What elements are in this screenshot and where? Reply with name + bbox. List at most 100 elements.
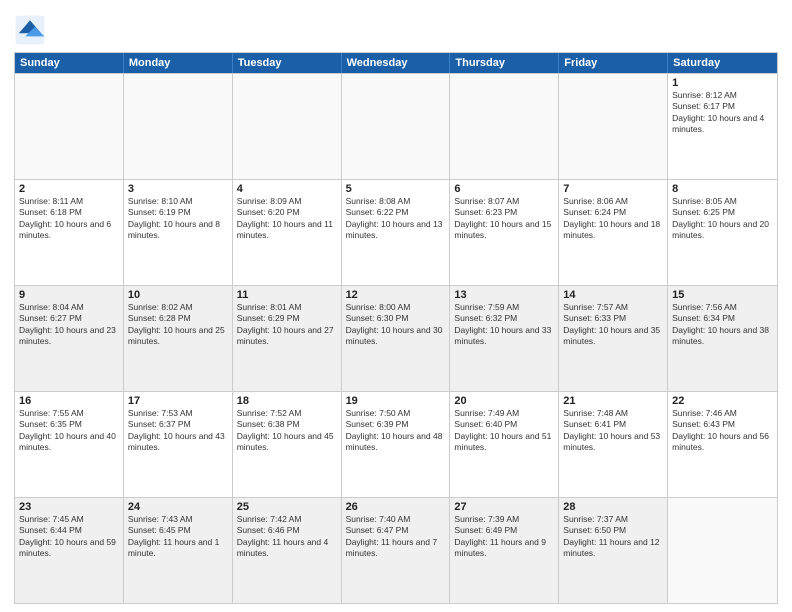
calendar-row: 1Sunrise: 8:12 AM Sunset: 6:17 PM Daylig… [15,73,777,179]
day-number: 3 [128,183,228,195]
cell-content: Sunrise: 7:50 AM Sunset: 6:39 PM Dayligh… [346,408,446,454]
cell-content: Sunrise: 7:37 AM Sunset: 6:50 PM Dayligh… [563,514,663,560]
calendar-cell: 4Sunrise: 8:09 AM Sunset: 6:20 PM Daylig… [233,180,342,285]
weekday-header: Monday [124,53,233,73]
calendar-cell: 27Sunrise: 7:39 AM Sunset: 6:49 PM Dayli… [450,498,559,603]
logo-icon [14,14,46,46]
cell-content: Sunrise: 7:39 AM Sunset: 6:49 PM Dayligh… [454,514,554,560]
calendar-row: 16Sunrise: 7:55 AM Sunset: 6:35 PM Dayli… [15,391,777,497]
calendar-row: 9Sunrise: 8:04 AM Sunset: 6:27 PM Daylig… [15,285,777,391]
calendar-cell [450,74,559,179]
logo [14,14,50,46]
header [14,10,778,46]
cell-content: Sunrise: 8:11 AM Sunset: 6:18 PM Dayligh… [19,196,119,242]
cell-content: Sunrise: 7:43 AM Sunset: 6:45 PM Dayligh… [128,514,228,560]
day-number: 12 [346,289,446,301]
day-number: 11 [237,289,337,301]
calendar-cell: 8Sunrise: 8:05 AM Sunset: 6:25 PM Daylig… [668,180,777,285]
cell-content: Sunrise: 8:07 AM Sunset: 6:23 PM Dayligh… [454,196,554,242]
day-number: 19 [346,395,446,407]
calendar-cell [668,498,777,603]
calendar-cell: 6Sunrise: 8:07 AM Sunset: 6:23 PM Daylig… [450,180,559,285]
cell-content: Sunrise: 7:49 AM Sunset: 6:40 PM Dayligh… [454,408,554,454]
day-number: 1 [672,77,773,89]
cell-content: Sunrise: 7:57 AM Sunset: 6:33 PM Dayligh… [563,302,663,348]
day-number: 8 [672,183,773,195]
day-number: 2 [19,183,119,195]
calendar-cell: 23Sunrise: 7:45 AM Sunset: 6:44 PM Dayli… [15,498,124,603]
calendar-cell [342,74,451,179]
day-number: 17 [128,395,228,407]
day-number: 7 [563,183,663,195]
day-number: 18 [237,395,337,407]
calendar-cell: 16Sunrise: 7:55 AM Sunset: 6:35 PM Dayli… [15,392,124,497]
cell-content: Sunrise: 7:45 AM Sunset: 6:44 PM Dayligh… [19,514,119,560]
calendar-cell: 15Sunrise: 7:56 AM Sunset: 6:34 PM Dayli… [668,286,777,391]
cell-content: Sunrise: 8:10 AM Sunset: 6:19 PM Dayligh… [128,196,228,242]
day-number: 10 [128,289,228,301]
calendar-cell: 3Sunrise: 8:10 AM Sunset: 6:19 PM Daylig… [124,180,233,285]
calendar-cell: 10Sunrise: 8:02 AM Sunset: 6:28 PM Dayli… [124,286,233,391]
calendar-cell [15,74,124,179]
calendar-cell [124,74,233,179]
calendar-cell [233,74,342,179]
cell-content: Sunrise: 8:04 AM Sunset: 6:27 PM Dayligh… [19,302,119,348]
cell-content: Sunrise: 7:42 AM Sunset: 6:46 PM Dayligh… [237,514,337,560]
day-number: 25 [237,501,337,513]
weekday-header: Saturday [668,53,777,73]
calendar: SundayMondayTuesdayWednesdayThursdayFrid… [14,52,778,604]
calendar-cell: 14Sunrise: 7:57 AM Sunset: 6:33 PM Dayli… [559,286,668,391]
cell-content: Sunrise: 7:55 AM Sunset: 6:35 PM Dayligh… [19,408,119,454]
cell-content: Sunrise: 8:08 AM Sunset: 6:22 PM Dayligh… [346,196,446,242]
cell-content: Sunrise: 8:05 AM Sunset: 6:25 PM Dayligh… [672,196,773,242]
day-number: 28 [563,501,663,513]
day-number: 6 [454,183,554,195]
cell-content: Sunrise: 8:01 AM Sunset: 6:29 PM Dayligh… [237,302,337,348]
cell-content: Sunrise: 7:59 AM Sunset: 6:32 PM Dayligh… [454,302,554,348]
cell-content: Sunrise: 7:46 AM Sunset: 6:43 PM Dayligh… [672,408,773,454]
cell-content: Sunrise: 7:53 AM Sunset: 6:37 PM Dayligh… [128,408,228,454]
calendar-cell: 1Sunrise: 8:12 AM Sunset: 6:17 PM Daylig… [668,74,777,179]
weekday-header: Sunday [15,53,124,73]
day-number: 22 [672,395,773,407]
calendar-body: 1Sunrise: 8:12 AM Sunset: 6:17 PM Daylig… [15,73,777,603]
cell-content: Sunrise: 7:52 AM Sunset: 6:38 PM Dayligh… [237,408,337,454]
calendar-cell [559,74,668,179]
day-number: 20 [454,395,554,407]
calendar-cell: 20Sunrise: 7:49 AM Sunset: 6:40 PM Dayli… [450,392,559,497]
calendar-cell: 18Sunrise: 7:52 AM Sunset: 6:38 PM Dayli… [233,392,342,497]
cell-content: Sunrise: 8:02 AM Sunset: 6:28 PM Dayligh… [128,302,228,348]
weekday-header: Tuesday [233,53,342,73]
day-number: 26 [346,501,446,513]
day-number: 24 [128,501,228,513]
calendar-row: 2Sunrise: 8:11 AM Sunset: 6:18 PM Daylig… [15,179,777,285]
day-number: 14 [563,289,663,301]
cell-content: Sunrise: 8:09 AM Sunset: 6:20 PM Dayligh… [237,196,337,242]
calendar-cell: 24Sunrise: 7:43 AM Sunset: 6:45 PM Dayli… [124,498,233,603]
calendar-cell: 26Sunrise: 7:40 AM Sunset: 6:47 PM Dayli… [342,498,451,603]
day-number: 9 [19,289,119,301]
cell-content: Sunrise: 7:40 AM Sunset: 6:47 PM Dayligh… [346,514,446,560]
calendar-cell: 12Sunrise: 8:00 AM Sunset: 6:30 PM Dayli… [342,286,451,391]
calendar-cell: 7Sunrise: 8:06 AM Sunset: 6:24 PM Daylig… [559,180,668,285]
cell-content: Sunrise: 7:48 AM Sunset: 6:41 PM Dayligh… [563,408,663,454]
calendar-cell: 21Sunrise: 7:48 AM Sunset: 6:41 PM Dayli… [559,392,668,497]
calendar-cell: 13Sunrise: 7:59 AM Sunset: 6:32 PM Dayli… [450,286,559,391]
calendar-row: 23Sunrise: 7:45 AM Sunset: 6:44 PM Dayli… [15,497,777,603]
calendar-cell: 9Sunrise: 8:04 AM Sunset: 6:27 PM Daylig… [15,286,124,391]
cell-content: Sunrise: 7:56 AM Sunset: 6:34 PM Dayligh… [672,302,773,348]
day-number: 21 [563,395,663,407]
page: SundayMondayTuesdayWednesdayThursdayFrid… [0,0,792,612]
cell-content: Sunrise: 8:06 AM Sunset: 6:24 PM Dayligh… [563,196,663,242]
day-number: 5 [346,183,446,195]
calendar-cell: 2Sunrise: 8:11 AM Sunset: 6:18 PM Daylig… [15,180,124,285]
weekday-header: Friday [559,53,668,73]
weekday-header: Wednesday [342,53,451,73]
calendar-cell: 11Sunrise: 8:01 AM Sunset: 6:29 PM Dayli… [233,286,342,391]
calendar-cell: 25Sunrise: 7:42 AM Sunset: 6:46 PM Dayli… [233,498,342,603]
calendar-cell: 5Sunrise: 8:08 AM Sunset: 6:22 PM Daylig… [342,180,451,285]
day-number: 16 [19,395,119,407]
day-number: 23 [19,501,119,513]
cell-content: Sunrise: 8:12 AM Sunset: 6:17 PM Dayligh… [672,90,773,136]
day-number: 13 [454,289,554,301]
